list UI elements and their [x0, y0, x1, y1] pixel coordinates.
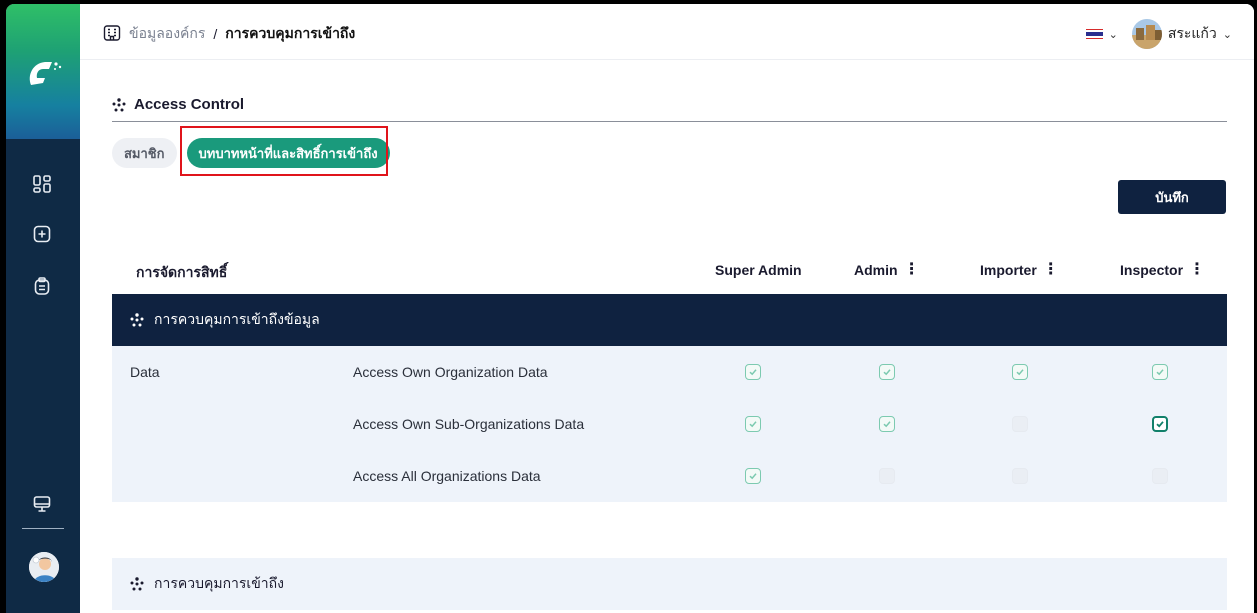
save-button[interactable]: บันทึก	[1118, 180, 1226, 214]
checkbox-admin[interactable]	[879, 416, 895, 432]
column-header-permission: การจัดการสิทธิ์	[136, 262, 227, 284]
category-label: Data	[130, 364, 160, 380]
tab-members[interactable]: สมาชิก	[112, 138, 177, 168]
permission-label: Access All Organizations Data	[353, 468, 541, 484]
checkbox-super-admin[interactable]	[745, 364, 761, 380]
user-avatar	[1131, 19, 1162, 49]
permission-label: Access Own Sub-Organizations Data	[353, 416, 585, 432]
role-label: Importer	[980, 262, 1037, 278]
main-content: Access Control สมาชิก บทบาทหน้าที่และสิท…	[80, 60, 1254, 613]
screen-frame: ข้อมูลองค์กร / การควบคุมการเข้าถึง ⌄ สระ…	[0, 0, 1257, 613]
checkbox-importer[interactable]	[1012, 364, 1028, 380]
header-actions: ⌄ สระแก้ว ⌄	[1085, 19, 1232, 49]
chevron-down-icon: ⌄	[1222, 28, 1232, 41]
role-label: Super Admin	[715, 262, 802, 278]
breadcrumb-current: การควบคุมการเข้าถึง	[225, 25, 356, 41]
dashboard-icon[interactable]	[30, 172, 54, 196]
group-header-data-access[interactable]: การควบคุมการเข้าถึงข้อมูล	[112, 294, 1227, 346]
column-header-admin: Admin ⋮	[854, 262, 920, 279]
top-header: ข้อมูลองค์กร / การควบคุมการเข้าถึง ⌄ สระ…	[80, 4, 1254, 60]
sidebar	[6, 4, 80, 613]
group-title: การควบคุมการเข้าถึงข้อมูล	[154, 311, 320, 327]
sidebar-brand-area	[6, 4, 80, 139]
permission-rows: Data Access Own Organization Data Access…	[112, 346, 1227, 502]
breadcrumb-parent[interactable]: ข้อมูลองค์กร	[129, 23, 205, 45]
permission-label: Access Own Organization Data	[353, 364, 548, 380]
group-title: การควบคุมการเข้าถึง	[154, 575, 284, 591]
table-row: Access All Organizations Data	[112, 450, 1227, 502]
breadcrumb-separator: /	[213, 26, 218, 42]
role-label: Inspector	[1120, 262, 1184, 278]
more-options-icon[interactable]: ⋮	[1043, 262, 1059, 278]
checkbox-importer[interactable]	[1012, 416, 1028, 432]
clipboard-icon[interactable]	[30, 274, 54, 298]
sidebar-avatar[interactable]	[29, 552, 59, 582]
column-header-super-admin: Super Admin	[715, 262, 802, 278]
highlight-annotation-box	[180, 126, 388, 176]
add-box-icon[interactable]	[30, 222, 54, 246]
checkbox-super-admin[interactable]	[745, 416, 761, 432]
people-dots-icon	[130, 577, 144, 591]
more-options-icon[interactable]: ⋮	[904, 262, 920, 278]
section-title: Access Control	[134, 96, 245, 113]
chevron-down-icon: ⌄	[1108, 28, 1118, 41]
user-menu[interactable]: สระแก้ว ⌄	[1131, 19, 1232, 49]
section-header: Access Control	[112, 94, 1227, 122]
breadcrumb: ข้อมูลองค์กร / การควบคุมการเข้าถึง	[103, 24, 355, 44]
people-dots-icon	[112, 97, 126, 111]
building-icon	[103, 24, 121, 45]
checkbox-super-admin[interactable]	[745, 468, 761, 484]
table-row: Data Access Own Organization Data	[112, 346, 1227, 398]
checkbox-inspector[interactable]	[1152, 468, 1168, 484]
thai-flag-icon	[1085, 28, 1103, 40]
group-header-access[interactable]: การควบคุมการเข้าถึง	[112, 558, 1227, 610]
column-header-inspector: Inspector ⋮	[1120, 262, 1205, 279]
checkbox-inspector[interactable]	[1152, 364, 1168, 380]
permission-header-label: การจัดการสิทธิ์	[136, 264, 228, 280]
app-logo[interactable]	[25, 57, 63, 89]
checkbox-importer[interactable]	[1012, 468, 1028, 484]
monitor-icon[interactable]	[30, 492, 54, 516]
table-row: Access Own Sub-Organizations Data	[112, 398, 1227, 450]
checkbox-admin[interactable]	[879, 364, 895, 380]
more-options-icon[interactable]: ⋮	[1189, 262, 1205, 278]
column-header-importer: Importer ⋮	[980, 262, 1059, 279]
permissions-table-header: การจัดการสิทธิ์ Super Admin Admin ⋮ Impo…	[112, 256, 1227, 286]
role-label: Admin	[854, 262, 898, 278]
checkbox-admin[interactable]	[879, 468, 895, 484]
checkbox-inspector[interactable]	[1152, 416, 1168, 432]
people-dots-icon	[130, 313, 144, 327]
sidebar-divider	[22, 528, 64, 529]
user-name: สระแก้ว	[1167, 25, 1217, 41]
app-window: ข้อมูลองค์กร / การควบคุมการเข้าถึง ⌄ สระ…	[6, 4, 1254, 613]
language-selector[interactable]: ⌄	[1085, 28, 1118, 41]
